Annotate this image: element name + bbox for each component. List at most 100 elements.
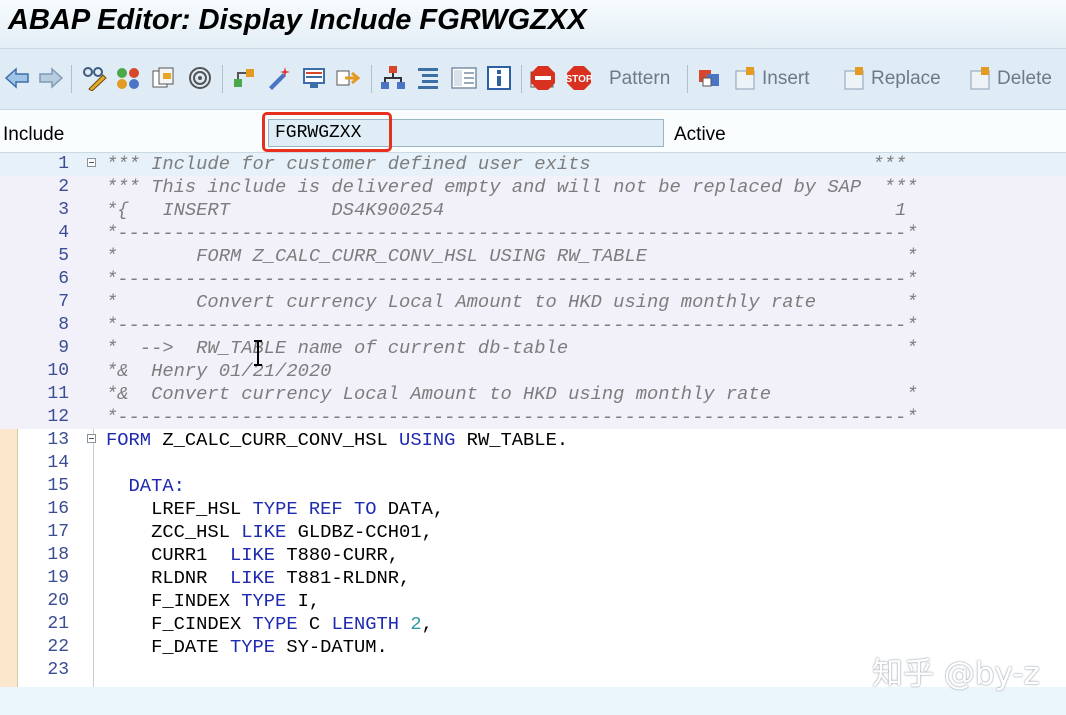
line-number: 16 bbox=[47, 499, 69, 519]
fold-toggle-icon[interactable] bbox=[87, 158, 96, 167]
line-text: RLDNR LIKE T881-RLDNR, bbox=[106, 567, 410, 590]
back-arrow-icon[interactable] bbox=[2, 63, 32, 93]
enhance-icon[interactable] bbox=[695, 63, 725, 93]
code-line[interactable]: 3 *{ INSERT DS4K900254 1 bbox=[0, 199, 1066, 222]
line-number: 4 bbox=[58, 223, 69, 243]
code-token: T880-CURR, bbox=[275, 544, 400, 566]
code-line[interactable]: 11 *& Convert currency Local Amount to HK… bbox=[0, 383, 1066, 406]
line-text: *---------------------------------------… bbox=[106, 268, 918, 290]
text-cursor-icon bbox=[254, 340, 262, 366]
code-token: DATA, bbox=[376, 498, 445, 520]
code-line[interactable]: 8 *--------------------------------------… bbox=[0, 314, 1066, 337]
replace-button[interactable]: Replace bbox=[871, 68, 941, 90]
code-line[interactable]: 10 *& Henry 01/21/2020 bbox=[0, 360, 1066, 383]
keyword-token: TYPE REF TO bbox=[252, 498, 377, 520]
code-line[interactable]: 9 * --> RW_TABLE name of current db-table… bbox=[0, 337, 1066, 360]
replace-icon[interactable] bbox=[839, 63, 869, 93]
line-text: *---------------------------------------… bbox=[106, 222, 918, 244]
watermark: 知乎 @by-z bbox=[872, 656, 1040, 692]
window-title: ABAP Editor: Display Include FGRWGZXX bbox=[8, 4, 587, 36]
title-bar: ABAP Editor: Display Include FGRWGZXX bbox=[0, 0, 1066, 49]
activate-icon[interactable] bbox=[113, 63, 143, 93]
help-icon[interactable]: STOP bbox=[565, 63, 595, 93]
insert-icon[interactable] bbox=[730, 63, 760, 93]
line-text: *& Henry 01/21/2020 bbox=[106, 360, 332, 382]
magic-wand-icon[interactable] bbox=[263, 63, 293, 93]
stop-icon[interactable] bbox=[529, 63, 559, 93]
code-line[interactable]: 17 ZCC_HSL LIKE GLDBZ-CCH01, bbox=[0, 521, 1066, 544]
display-object-list-icon[interactable] bbox=[299, 63, 329, 93]
line-number: 12 bbox=[47, 407, 69, 427]
code-line[interactable]: 20 F_INDEX TYPE I, bbox=[0, 590, 1066, 613]
code-token: Z_CALC_CURR_CONV_HSL bbox=[151, 429, 400, 451]
line-text: CURR1 LIKE T880-CURR, bbox=[106, 544, 399, 567]
code-token: GLDBZ-CCH01, bbox=[286, 521, 433, 543]
code-token: ZCC_HSL bbox=[106, 521, 242, 543]
application-toolbar: STOP Pattern Insert Replace Delete bbox=[0, 49, 1066, 110]
include-status: Active bbox=[674, 124, 726, 145]
include-bar: Include FGRWGZXX Active bbox=[0, 110, 1066, 153]
code-line[interactable]: 6 *--------------------------------------… bbox=[0, 268, 1066, 291]
delete-button[interactable]: Delete bbox=[997, 68, 1052, 90]
forward-arrow-icon[interactable] bbox=[36, 63, 66, 93]
code-line[interactable]: 14 bbox=[0, 452, 1066, 475]
code-line[interactable]: 2 *** This include is delivered empty and… bbox=[0, 176, 1066, 199]
keyword-token: DATA: bbox=[106, 475, 185, 497]
code-line[interactable]: 15 DATA: bbox=[0, 475, 1066, 498]
line-text: *{ INSERT DS4K900254 1 bbox=[106, 199, 907, 221]
line-text: * Convert currency Local Amount to HKD u… bbox=[106, 291, 918, 313]
navigation-icon[interactable] bbox=[333, 63, 363, 93]
code-line[interactable]: 19 RLDNR LIKE T881-RLDNR, bbox=[0, 567, 1066, 590]
code-token: , bbox=[421, 613, 433, 635]
line-number: 8 bbox=[58, 315, 69, 335]
line-text: * --> RW_TABLE name of current db-table … bbox=[106, 337, 918, 359]
code-line[interactable]: 13 FORM Z_CALC_CURR_CONV_HSL USING RW_TAB… bbox=[0, 429, 1066, 452]
layout-icon[interactable] bbox=[449, 63, 479, 93]
pretty-printer-icon[interactable] bbox=[413, 63, 443, 93]
insert-button[interactable]: Insert bbox=[762, 68, 810, 90]
other-object-icon[interactable] bbox=[148, 63, 178, 93]
keyword-token: TYPE bbox=[241, 590, 287, 612]
code-token: SY-DATUM. bbox=[275, 636, 388, 658]
keyword-token: USING bbox=[399, 429, 456, 451]
keyword-token: LIKE bbox=[241, 521, 287, 543]
code-line[interactable]: 1 *** Include for customer defined user e… bbox=[0, 153, 1066, 176]
code-line[interactable]: 18 CURR1 LIKE T880-CURR, bbox=[0, 544, 1066, 567]
line-text: * FORM Z_CALC_CURR_CONV_HSL USING RW_TAB… bbox=[106, 245, 918, 267]
keyword-token: LIKE bbox=[229, 544, 276, 566]
code-token: LREF_HSL bbox=[106, 498, 253, 520]
tree-icon[interactable] bbox=[378, 63, 408, 93]
display-change-icon[interactable] bbox=[80, 63, 110, 93]
code-token: F_DATE bbox=[106, 636, 230, 658]
fold-toggle-icon[interactable] bbox=[87, 434, 96, 443]
delete-icon[interactable] bbox=[965, 63, 995, 93]
code-editor[interactable]: 1 *** Include for customer defined user e… bbox=[0, 153, 1066, 687]
code-line[interactable]: 12 *-------------------------------------… bbox=[0, 406, 1066, 429]
where-used-icon[interactable] bbox=[185, 63, 215, 93]
hierarchy-icon[interactable] bbox=[229, 63, 259, 93]
line-text: *** Include for customer defined user ex… bbox=[106, 153, 907, 175]
line-text: *---------------------------------------… bbox=[106, 314, 918, 336]
code-line[interactable]: 16 LREF_HSL TYPE REF TO DATA, bbox=[0, 498, 1066, 521]
line-number: 6 bbox=[58, 269, 69, 289]
code-line[interactable]: 5 * FORM Z_CALC_CURR_CONV_HSL USING RW_TA… bbox=[0, 245, 1066, 268]
code-line[interactable]: 4 *--------------------------------------… bbox=[0, 222, 1066, 245]
info-icon[interactable] bbox=[484, 63, 514, 93]
line-number: 7 bbox=[58, 292, 69, 312]
line-text: *& Convert currency Local Amount to HKD … bbox=[106, 383, 918, 405]
pattern-button[interactable]: Pattern bbox=[609, 68, 670, 90]
line-text: F_CINDEX TYPE C LENGTH 2, bbox=[106, 613, 433, 636]
code-token: C bbox=[297, 613, 332, 635]
code-line[interactable]: 7 * Convert currency Local Amount to HKD … bbox=[0, 291, 1066, 314]
keyword-token: TYPE bbox=[252, 613, 298, 635]
keyword-token: LIKE bbox=[229, 567, 276, 589]
code-line[interactable]: 21 F_CINDEX TYPE C LENGTH 2, bbox=[0, 613, 1066, 636]
line-number: 17 bbox=[47, 522, 69, 542]
number-token: 2 bbox=[410, 613, 422, 635]
code-token: T881-RLDNR, bbox=[275, 567, 411, 589]
line-text: ZCC_HSL LIKE GLDBZ-CCH01, bbox=[106, 521, 433, 544]
line-number: 1 bbox=[58, 154, 69, 174]
line-number: 21 bbox=[47, 614, 69, 634]
line-number: 14 bbox=[47, 453, 69, 473]
